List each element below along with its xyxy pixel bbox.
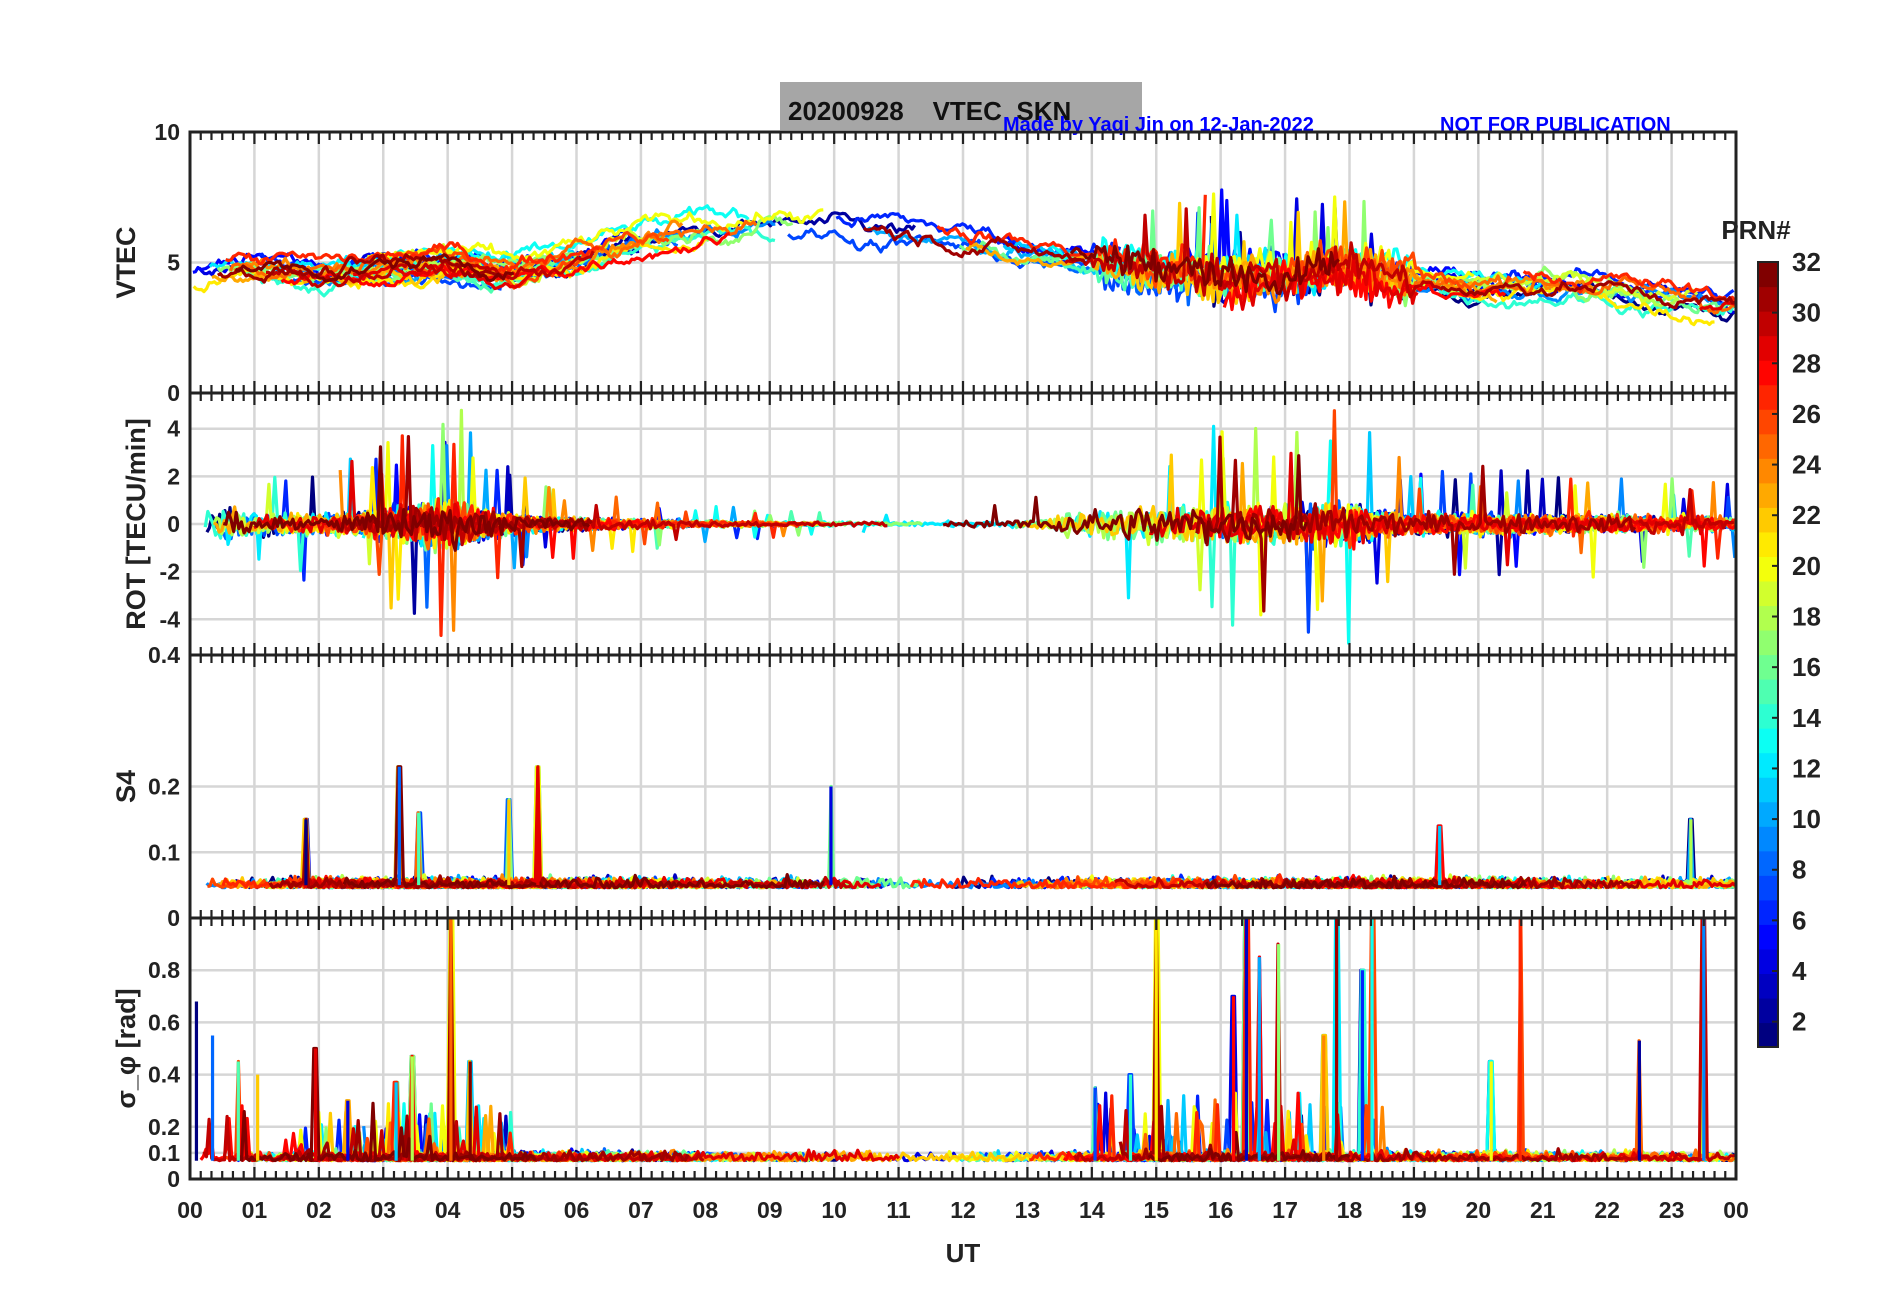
x-tick-label: 20 [1466, 1197, 1492, 1223]
colorbar-tick-label: 22 [1792, 500, 1821, 530]
colorbar-swatch [1758, 262, 1778, 288]
y-tick-label: 10 [154, 119, 180, 145]
colorbar-swatch [1758, 875, 1778, 901]
x-tick-label: 22 [1594, 1197, 1620, 1223]
colorbar-swatch [1758, 826, 1778, 852]
x-tick-label: 07 [628, 1197, 654, 1223]
colorbar-label: PRN# [1721, 215, 1791, 245]
colorbar-swatch [1758, 850, 1778, 876]
y-tick-label: 0.1 [148, 839, 180, 865]
colorbar-tick-label: 24 [1792, 450, 1821, 480]
colorbar-swatch [1758, 973, 1778, 999]
x-tick-label: 15 [1143, 1197, 1169, 1223]
figure: 20200928 VTEC SKN Made by Yaqi Jin on 12… [0, 0, 1902, 1292]
y-tick-label: 0.4 [148, 642, 180, 668]
colorbar-swatch [1758, 801, 1778, 827]
y-tick-label: 0 [167, 380, 180, 406]
y-tick-label: 0 [167, 905, 180, 931]
y-tick-label: 0 [167, 511, 180, 537]
colorbar-swatch [1758, 703, 1778, 729]
x-tick-label: 02 [306, 1197, 332, 1223]
x-tick-label: 12 [950, 1197, 976, 1223]
x-tick-label: 19 [1401, 1197, 1427, 1223]
colorbar-tick-label: 8 [1792, 855, 1806, 885]
colorbar-swatch [1758, 728, 1778, 754]
x-tick-label: 09 [757, 1197, 783, 1223]
y-axis-label: S4 [111, 770, 141, 803]
colorbar-swatch [1758, 556, 1778, 582]
colorbar-tick-label: 28 [1792, 348, 1821, 378]
x-axis-label: UT [946, 1238, 981, 1268]
colorbar-swatch [1758, 605, 1778, 631]
colorbar-swatch [1758, 924, 1778, 950]
x-tick-label: 04 [435, 1197, 461, 1223]
x-tick-label: 18 [1337, 1197, 1363, 1223]
y-tick-label: 0 [167, 1166, 180, 1192]
x-tick-label: 00 [177, 1197, 203, 1223]
y-tick-label: 0.6 [148, 1009, 180, 1035]
colorbar-swatch [1758, 482, 1778, 508]
colorbar-tick-label: 18 [1792, 602, 1821, 632]
y-tick-label: 0.1 [148, 1140, 180, 1166]
colorbar-tick-label: 32 [1792, 247, 1821, 277]
colorbar-tick-label: 16 [1792, 652, 1821, 682]
colorbar-swatch [1758, 286, 1778, 312]
x-tick-label: 21 [1530, 1197, 1556, 1223]
y-axis-label: σ_φ [rad] [111, 988, 141, 1108]
y-axis-label: ROT [TECU/min] [121, 418, 151, 629]
y-tick-label: 0.2 [148, 774, 180, 800]
colorbar-tick-label: 30 [1792, 298, 1821, 328]
x-tick-label: 13 [1015, 1197, 1041, 1223]
colorbar-tick-label: 6 [1792, 905, 1806, 935]
x-tick-label: 05 [499, 1197, 525, 1223]
x-tick-label: 11 [886, 1197, 911, 1223]
colorbar-swatch [1758, 679, 1778, 705]
figure-background [0, 0, 1902, 1292]
colorbar-swatch [1758, 335, 1778, 361]
x-tick-label: 23 [1659, 1197, 1685, 1223]
colorbar-swatch [1758, 433, 1778, 459]
x-tick-label: 03 [370, 1197, 396, 1223]
y-tick-label: 0.8 [148, 957, 180, 983]
colorbar-swatch [1758, 507, 1778, 533]
x-tick-label: 17 [1272, 1197, 1298, 1223]
y-tick-label: 2 [167, 463, 180, 489]
colorbar-tick-label: 14 [1792, 703, 1821, 733]
y-tick-label: -2 [160, 559, 180, 585]
colorbar-swatch [1758, 580, 1778, 607]
x-tick-label: 08 [693, 1197, 719, 1223]
colorbar-swatch [1758, 1022, 1778, 1048]
colorbar-swatch [1758, 531, 1778, 557]
x-tick-label: 16 [1208, 1197, 1234, 1223]
colorbar-tick-label: 4 [1792, 956, 1807, 986]
colorbar-swatch [1758, 384, 1778, 410]
colorbar-swatch [1758, 997, 1778, 1024]
y-tick-label: 0.2 [148, 1114, 180, 1140]
x-tick-label: 06 [564, 1197, 590, 1223]
colorbar-swatch [1758, 629, 1778, 656]
y-tick-label: 5 [167, 250, 180, 276]
colorbar-swatch [1758, 458, 1778, 484]
y-tick-label: 4 [167, 416, 180, 442]
colorbar-tick-label: 2 [1792, 1007, 1806, 1037]
colorbar-tick-label: 20 [1792, 551, 1821, 581]
colorbar-tick-label: 10 [1792, 804, 1821, 834]
colorbar-tick-label: 12 [1792, 753, 1821, 783]
x-tick-label: 00 [1723, 1197, 1749, 1223]
colorbar-tick-label: 26 [1792, 399, 1821, 429]
y-tick-label: -4 [160, 606, 181, 632]
y-axis-label: VTEC [111, 226, 141, 298]
x-tick-label: 14 [1079, 1197, 1105, 1223]
colorbar-swatch [1758, 311, 1778, 337]
y-tick-label: 0.4 [148, 1062, 180, 1088]
x-tick-label: 01 [242, 1197, 268, 1223]
colorbar-swatch [1758, 752, 1778, 778]
x-tick-label: 10 [821, 1197, 847, 1223]
colorbar-swatch [1758, 777, 1778, 803]
